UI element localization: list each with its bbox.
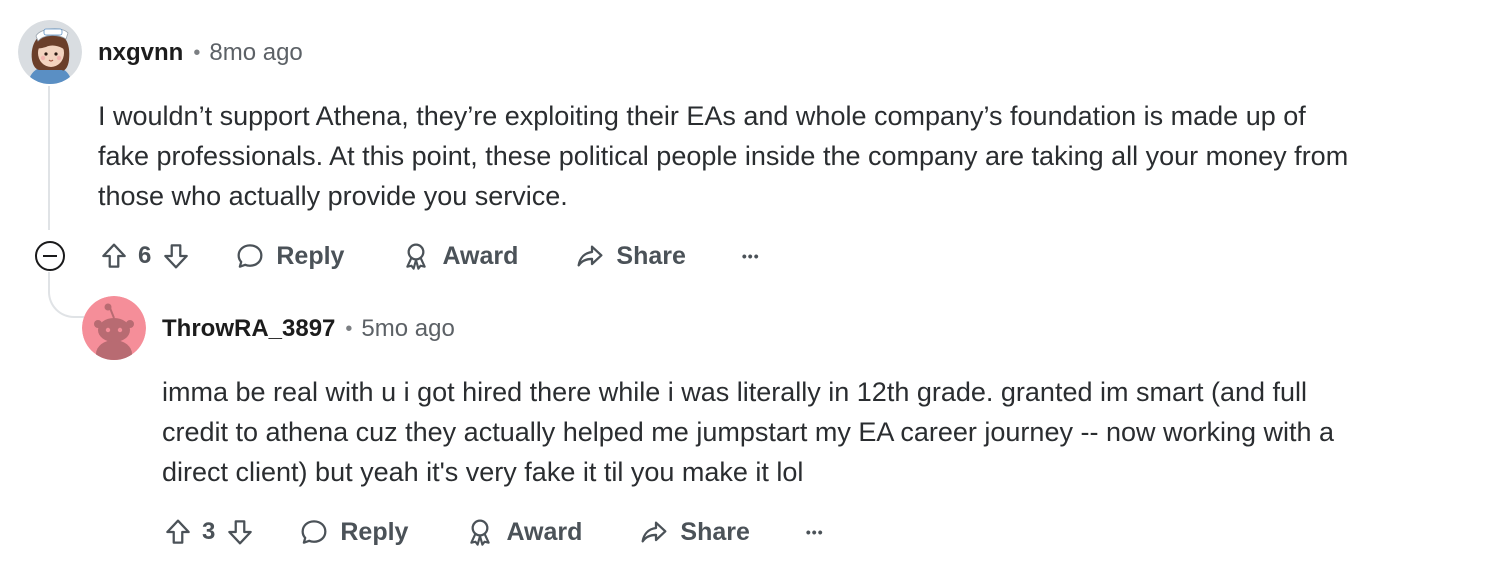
collapse-icon (43, 255, 57, 257)
collapse-button[interactable] (35, 241, 65, 271)
timestamp[interactable]: 5mo ago (361, 314, 454, 344)
downvote-icon[interactable] (224, 516, 256, 548)
thread-curve (48, 272, 84, 318)
more-icon: ••• (805, 524, 824, 540)
comment-line: fake professionals. At this point, these… (98, 141, 1349, 171)
vote-group: 3 (162, 516, 256, 548)
upvote-icon[interactable] (98, 240, 130, 272)
share-label: Share (616, 241, 686, 270)
downvote-icon[interactable] (160, 240, 192, 272)
reply-label: Reply (276, 241, 345, 270)
more-options-button[interactable]: ••• (806, 524, 824, 540)
reply-icon (234, 240, 266, 272)
comment-line: those who actually provide you service. (98, 181, 568, 211)
award-button[interactable]: Award (464, 516, 582, 548)
award-label: Award (442, 241, 519, 270)
vote-count: 6 (138, 242, 152, 269)
avatar-illustration (18, 20, 82, 84)
comment-line: credit to athena cuz they actually helpe… (162, 417, 1335, 447)
comment-line: direct client) but yeah it's very fake i… (162, 457, 804, 487)
timestamp[interactable]: 8mo ago (209, 38, 302, 68)
snoo-avatar-illustration (82, 296, 146, 360)
award-icon (400, 240, 432, 272)
share-button[interactable]: Share (638, 516, 750, 548)
comment-line: I wouldn’t support Athena, they’re explo… (98, 101, 1306, 131)
award-icon (464, 516, 496, 548)
comment-line: imma be real with u i got hired there wh… (162, 377, 1308, 407)
meta-separator: • (193, 42, 201, 64)
reply-icon (298, 516, 330, 548)
more-icon: ••• (741, 248, 760, 264)
avatar-throwra[interactable] (82, 296, 146, 360)
comment-body: I wouldn’t support Athena, they’re explo… (98, 96, 1348, 216)
comment-meta: nxgvnn • 8mo ago (98, 38, 303, 68)
reply-button[interactable]: Reply (234, 240, 344, 272)
username[interactable]: nxgvnn (98, 38, 183, 68)
comment-actions: 6 Reply Award Share ••• (98, 234, 760, 278)
comment-body: imma be real with u i got hired there wh… (162, 372, 1334, 492)
share-label: Share (680, 517, 750, 546)
more-options-button[interactable]: ••• (742, 248, 760, 264)
comment-meta: ThrowRA_3897 • 5mo ago (162, 314, 455, 344)
share-button[interactable]: Share (574, 240, 686, 272)
username[interactable]: ThrowRA_3897 (162, 314, 335, 344)
share-icon (638, 516, 670, 548)
avatar-nxgvnn[interactable] (18, 20, 82, 84)
comment-actions: 3 Reply Award Share ••• (162, 510, 824, 554)
upvote-icon[interactable] (162, 516, 194, 548)
share-icon (574, 240, 606, 272)
reply-button[interactable]: Reply (298, 516, 408, 548)
award-label: Award (506, 517, 583, 546)
reply-label: Reply (340, 517, 409, 546)
vote-group: 6 (98, 240, 192, 272)
award-button[interactable]: Award (400, 240, 518, 272)
thread-line (48, 86, 50, 230)
vote-count: 3 (202, 518, 216, 545)
meta-separator: • (345, 318, 353, 340)
